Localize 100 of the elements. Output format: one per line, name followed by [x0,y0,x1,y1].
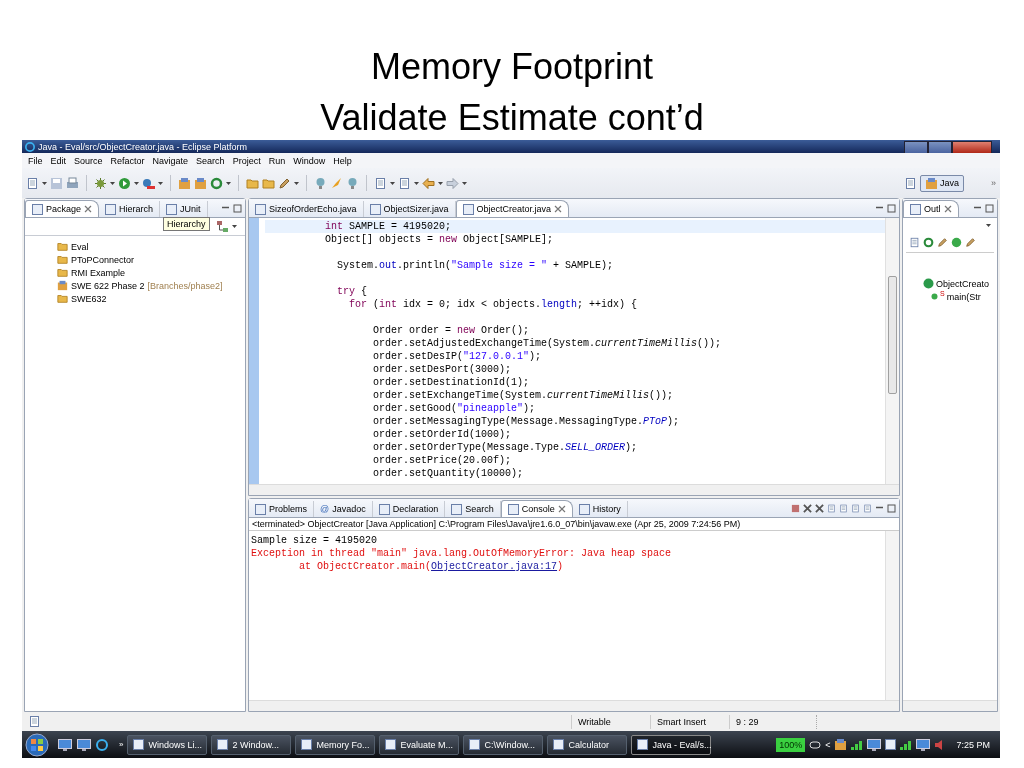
stop-icon[interactable] [791,504,800,513]
more-button[interactable]: » [991,178,996,188]
tab[interactable]: ObjectCreator.java [455,200,570,217]
bug-icon[interactable] [94,176,107,190]
remove-icon[interactable] [803,504,812,513]
globe-icon[interactable] [96,738,108,751]
page-icon[interactable] [839,504,848,513]
maximize-icon[interactable] [887,204,896,213]
signal-icon[interactable] [851,739,864,750]
folder-icon[interactable] [262,176,275,190]
maximize-icon[interactable] [233,204,242,213]
tool-icon[interactable] [142,176,155,190]
page-icon[interactable] [374,176,387,190]
more-button[interactable]: » [119,740,124,749]
package-icon[interactable] [178,176,191,190]
menu-item[interactable]: Navigate [148,155,193,166]
caret-icon[interactable] [42,181,47,185]
ring-icon[interactable] [210,176,223,190]
tray-app-icon[interactable] [885,739,897,750]
start-button[interactable] [22,732,52,757]
taskbar-button[interactable]: C:\Window... [463,734,544,755]
run-icon[interactable] [118,176,131,190]
menu-item[interactable]: File [24,155,47,166]
page-icon[interactable] [863,504,872,513]
menu-item[interactable]: Search [192,155,229,166]
tab[interactable]: Hierarch [99,201,161,217]
close-button[interactable] [952,140,992,154]
source-link[interactable]: ObjectCreator.java:17 [431,561,558,572]
taskbar-button[interactable]: Evaluate M... [379,734,460,755]
tree-icon[interactable] [217,221,228,232]
maximize-icon[interactable] [887,504,896,513]
caret-icon[interactable] [438,181,443,185]
menu-item[interactable]: Project [228,155,265,166]
caret-icon[interactable] [462,181,467,185]
close-tab-icon[interactable] [554,205,563,213]
menu-item[interactable]: Run [264,155,290,166]
monitor-icon[interactable] [58,738,72,751]
monitor-icon[interactable] [77,738,91,751]
taskbar-button[interactable]: Java - Eval/s... [631,734,712,755]
tab[interactable]: SizeofOrderEcho.java [249,201,364,217]
tree-item[interactable]: SWE 622 Phase 2 [71,280,145,291]
page-icon[interactable] [398,176,411,190]
caret-icon[interactable] [226,181,231,185]
tab[interactable]: Package [25,200,100,217]
tab[interactable]: @ Javadoc [314,501,373,517]
signal-icon[interactable] [900,739,913,750]
remove-icon[interactable] [815,504,824,513]
caret-icon[interactable] [158,181,163,185]
close-tab-icon[interactable] [943,205,952,213]
horizontal-scrollbar[interactable] [903,700,997,711]
close-tab-icon[interactable] [557,505,566,513]
caret-icon[interactable] [294,181,299,185]
horizontal-scrollbar[interactable] [249,484,899,495]
tree-item[interactable]: RMI Example [71,267,125,278]
tray-expand-button[interactable]: < [825,739,831,750]
maximize-button[interactable] [928,140,952,154]
tab[interactable]: Problems [249,501,314,517]
caret-icon[interactable] [232,225,237,228]
taskbar-button[interactable]: Memory Fo... [295,734,376,755]
vertical-scrollbar[interactable] [885,218,899,484]
tab[interactable]: ObjectSizer.java [363,201,456,217]
caret-icon[interactable] [110,181,115,185]
caret-icon[interactable] [986,223,991,227]
outline-item[interactable]: main(Str [946,291,981,302]
caret-icon[interactable] [414,181,419,185]
folder-icon[interactable] [246,176,259,190]
printer-icon[interactable] [66,176,79,190]
perspective-button[interactable]: Java [919,174,964,192]
horizontal-scrollbar[interactable] [249,700,899,711]
back-arrow-icon[interactable] [422,176,435,190]
tab[interactable]: Search [445,501,501,517]
dot-icon[interactable] [951,236,962,248]
menu-item[interactable]: Help [329,155,356,166]
network-icon[interactable] [916,738,931,751]
taskbar-button[interactable]: Windows Li... [127,734,208,755]
menu-item[interactable]: Refactor [106,155,149,166]
outline-item[interactable]: ObjectCreato [936,278,990,289]
maximize-icon[interactable] [985,204,994,213]
tab[interactable]: History [572,501,628,517]
new-file-icon[interactable] [26,176,39,190]
menu-item[interactable]: Edit [46,155,71,166]
taskbar-button[interactable]: 2 Window... [211,734,292,755]
caret-icon[interactable] [134,181,139,185]
menu-item[interactable]: Window [289,155,330,166]
tree-item[interactable]: PToPConnector [71,254,135,265]
bulb-icon[interactable] [314,176,327,190]
package-icon[interactable] [194,176,207,190]
menu-item[interactable]: Source [70,155,107,166]
close-tab-icon[interactable] [84,205,93,213]
tab[interactable]: Console [500,500,573,517]
page-icon[interactable] [827,504,836,513]
minimize-button[interactable] [904,140,928,154]
taskbar-button[interactable]: Calculator [547,734,628,755]
vertical-scrollbar[interactable] [885,531,899,700]
tree-item[interactable]: SWE632 [71,293,107,304]
tab[interactable]: Outl [903,200,959,217]
pencil-icon[interactable] [278,176,291,190]
tray-app-icon[interactable] [834,738,848,751]
tab[interactable]: Declaration [372,501,446,517]
page-icon[interactable] [851,504,860,513]
